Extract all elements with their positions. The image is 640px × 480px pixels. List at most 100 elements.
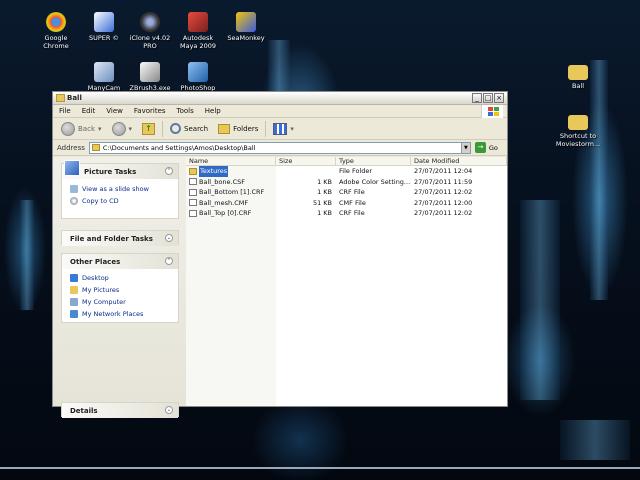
chevron-down-icon: ▾ (98, 124, 102, 133)
maximize-button[interactable]: □ (483, 93, 493, 103)
file-rows: Textures File Folder 27/07/2011 12:04 Ba… (186, 166, 507, 219)
collapse-chevron-icon[interactable]: ⌃ (165, 257, 173, 265)
address-dropdown-button[interactable]: ▼ (460, 142, 470, 153)
forward-button[interactable]: ▾ (109, 121, 136, 137)
file-icon (189, 209, 197, 217)
menu-file[interactable]: File (59, 107, 71, 115)
place-my-network-places[interactable]: My Network Places (62, 308, 178, 320)
expand-chevron-icon[interactable]: ⌄ (165, 406, 173, 414)
desktop-icon-label: SeaMonkey (227, 34, 265, 42)
chevron-down-icon: ▾ (290, 124, 294, 133)
task-copy-to-cd[interactable]: Copy to CD (62, 195, 178, 207)
menu-favorites[interactable]: Favorites (134, 107, 166, 115)
folders-label: Folders (233, 124, 259, 133)
file-row[interactable]: Textures File Folder 27/07/2011 12:04 (186, 166, 507, 177)
folder-icon (568, 115, 588, 130)
file-date: 27/07/2011 12:04 (414, 167, 473, 175)
expand-chevron-icon[interactable]: ⌄ (165, 234, 173, 242)
file-size: 1 KB (317, 177, 332, 186)
place-my-computer[interactable]: My Computer (62, 296, 178, 308)
menu-help[interactable]: Help (205, 107, 221, 115)
background-light (520, 200, 560, 400)
up-arrow-icon: ↑ (142, 122, 156, 135)
menu-view[interactable]: View (106, 107, 123, 115)
address-input[interactable]: C:\Documents and Settings\Amos\Desktop\B… (88, 141, 471, 154)
toolbar: Back ▾ ▾ ↑ Search Folders ▾ (53, 118, 507, 140)
desktop-icon-seamonkey[interactable]: SeaMonkey (218, 12, 274, 42)
column-header-name[interactable]: Name (186, 157, 276, 165)
background-light (590, 60, 608, 300)
folders-button[interactable]: Folders (215, 121, 261, 137)
place-label: Desktop (82, 274, 109, 282)
place-my-pictures[interactable]: My Pictures (62, 284, 178, 296)
folders-icon (218, 123, 231, 134)
file-name: Ball_Bottom [1].CRF (199, 188, 265, 196)
column-header-size[interactable]: Size (276, 157, 336, 165)
content-area: Picture Tasks ⌃ View as a slide show Cop… (53, 157, 507, 418)
back-button[interactable]: Back ▾ (58, 121, 105, 137)
minimize-button[interactable]: _ (472, 93, 482, 103)
menu-edit[interactable]: Edit (82, 107, 96, 115)
task-view-slideshow[interactable]: View as a slide show (62, 183, 178, 195)
search-button[interactable]: Search (167, 121, 211, 137)
go-arrow-icon: → (474, 142, 486, 153)
manycam-icon (94, 62, 114, 82)
column-header-date[interactable]: Date Modified (411, 157, 507, 165)
panel-title: File and Folder Tasks (70, 234, 153, 243)
place-desktop[interactable]: Desktop (62, 272, 178, 284)
panel-title: Details (70, 406, 98, 415)
file-name: Ball_mesh.CMF (199, 198, 249, 207)
file-size (276, 166, 336, 177)
details-panel: Details ⌄ (61, 402, 179, 418)
desktop-icon-moviestorm-shortcut[interactable]: Shortcut to Moviestorm... (550, 112, 606, 148)
back-label: Back (78, 124, 95, 133)
desktop-icon-photoshop[interactable]: PhotoShop (170, 62, 226, 92)
picture-tasks-panel: Picture Tasks ⌃ View as a slide show Cop… (61, 160, 179, 219)
close-button[interactable]: × (494, 93, 504, 103)
address-label: Address (57, 143, 85, 152)
file-row[interactable]: Ball_mesh.CMF 51 KB CMF File 27/07/2011 … (186, 198, 507, 209)
desktop-icon-label: Ball (571, 82, 585, 90)
views-icon (273, 122, 288, 135)
chevron-down-icon: ▾ (128, 124, 133, 133)
photoshop-icon (188, 62, 208, 82)
file-name: Ball_Top [0].CRF (199, 209, 252, 217)
cd-icon (70, 197, 78, 205)
my-computer-icon (70, 298, 78, 306)
back-arrow-icon (61, 121, 75, 136)
column-header-row: Name Size Type Date Modified (186, 157, 507, 166)
iclone-icon (140, 12, 160, 32)
file-folder-tasks-header[interactable]: File and Folder Tasks ⌄ (62, 231, 178, 246)
network-places-icon (70, 310, 78, 318)
taskbar-edge (0, 467, 640, 469)
details-header[interactable]: Details ⌄ (62, 403, 178, 418)
zbrush-icon (140, 62, 160, 82)
menu-bar: File Edit View Favorites Tools Help (53, 105, 507, 118)
file-name: Ball_bone.CSF (199, 177, 245, 186)
chrome-icon (46, 12, 66, 32)
go-button[interactable]: → Go (474, 142, 498, 153)
file-icon (189, 188, 197, 196)
desktop-icon-label: Shortcut to Moviestorm... (555, 132, 601, 148)
up-folder-button[interactable]: ↑ (139, 121, 158, 137)
file-icon (189, 178, 197, 186)
search-label: Search (184, 124, 209, 133)
views-button[interactable]: ▾ (270, 121, 297, 137)
desktop-icon-ball-folder[interactable]: Ball (550, 62, 606, 90)
title-bar[interactable]: Ball _ □ × (53, 92, 507, 105)
file-name: Textures (199, 166, 229, 177)
column-header-type[interactable]: Type (336, 157, 411, 165)
file-row[interactable]: Ball_Top [0].CRF 1 KB CRF File 27/07/201… (186, 208, 507, 219)
toolbar-separator (265, 120, 267, 137)
other-places-header[interactable]: Other Places ⌃ (62, 254, 178, 269)
picture-tasks-header[interactable]: Picture Tasks ⌃ (62, 160, 178, 179)
explorer-window: Ball _ □ × File Edit View Favorites Tool… (52, 91, 508, 418)
folder-icon (568, 65, 588, 80)
menu-tools[interactable]: Tools (177, 107, 194, 115)
file-row[interactable]: Ball_Bottom [1].CRF 1 KB CRF File 27/07/… (186, 187, 507, 198)
file-row[interactable]: Ball_bone.CSF 1 KB Adobe Color Setting..… (186, 177, 507, 188)
windows-logo-icon (481, 105, 503, 118)
file-folder-tasks-panel: File and Folder Tasks ⌄ (61, 230, 179, 246)
window-title: Ball (67, 94, 82, 102)
collapse-chevron-icon[interactable]: ⌃ (165, 167, 173, 175)
